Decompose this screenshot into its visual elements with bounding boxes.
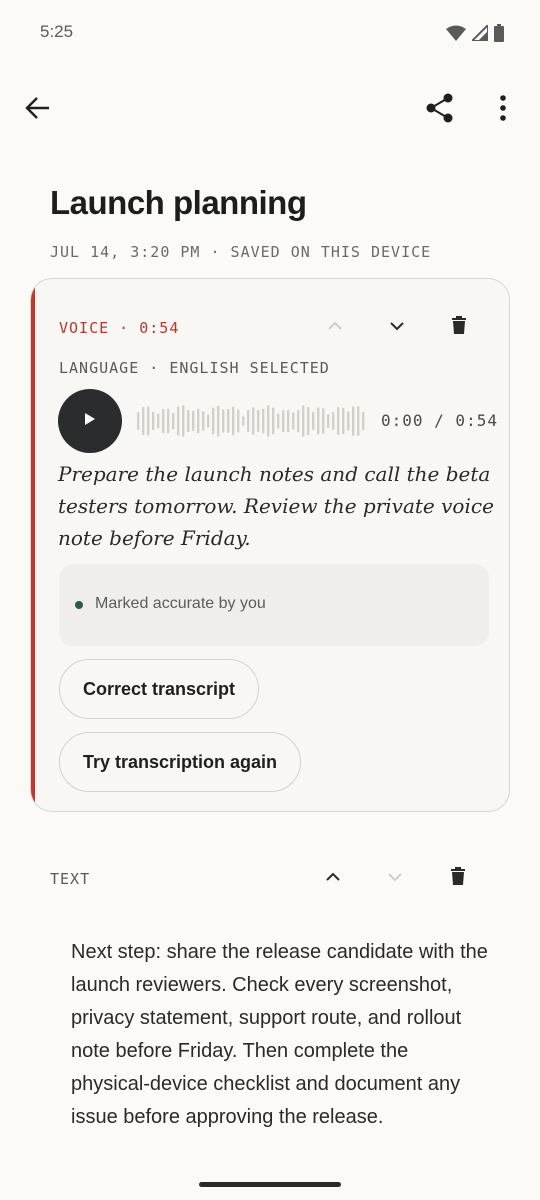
waveform-bar — [262, 408, 265, 434]
share-button[interactable] — [418, 88, 462, 132]
text-block-body[interactable]: Next step: share the release candidate w… — [71, 936, 491, 1134]
language-label: LANGUAGE · ENGLISH SELECTED — [59, 359, 330, 377]
share-icon — [426, 93, 454, 128]
voice-transcript: Prepare the launch notes and call the be… — [58, 462, 494, 550]
note-meta: JUL 14, 3:20 PM · SAVED ON THIS DEVICE — [50, 243, 432, 261]
audio-waveform[interactable] — [137, 401, 365, 441]
waveform-bar — [197, 408, 200, 434]
waveform-bar — [137, 412, 140, 430]
waveform-bar — [247, 409, 250, 433]
waveform-bar — [172, 412, 175, 430]
accuracy-status-box: Marked accurate by you — [59, 564, 489, 646]
chevron-up-icon — [328, 318, 342, 336]
play-button[interactable] — [58, 389, 122, 453]
status-dot — [75, 601, 83, 609]
text-delete-button[interactable] — [440, 860, 476, 896]
wifi-icon — [446, 25, 466, 46]
chevron-down-icon — [390, 318, 404, 336]
waveform-bar — [182, 405, 185, 437]
playback-time: 0:00 / 0:54 — [381, 411, 498, 430]
waveform-bar — [167, 408, 170, 434]
waveform-bar — [192, 410, 195, 432]
trash-icon — [452, 315, 466, 339]
waveform-bar — [347, 411, 350, 431]
text-move-up-button[interactable] — [315, 860, 351, 896]
more-options-button[interactable] — [481, 88, 525, 132]
waveform-bar — [297, 409, 300, 433]
waveform-bar — [237, 409, 240, 433]
waveform-bar — [162, 408, 165, 434]
waveform-bar — [152, 411, 155, 431]
back-arrow-icon — [25, 95, 51, 126]
more-vert-icon — [499, 94, 507, 126]
voice-block-card: VOICE · 0:54 LANGUAGE · ENGLISH SELECTED… — [30, 278, 510, 812]
waveform-bar — [202, 411, 205, 431]
waveform-bar — [227, 409, 230, 433]
voice-accent-bar — [31, 279, 35, 811]
battery-icon — [494, 24, 504, 47]
home-indicator[interactable] — [199, 1182, 341, 1187]
trash-icon — [451, 866, 465, 890]
waveform-bar — [222, 409, 225, 433]
waveform-bar — [317, 407, 320, 435]
note-title: Launch planning — [50, 184, 307, 221]
waveform-bar — [327, 414, 330, 428]
waveform-bar — [287, 409, 290, 433]
waveform-bar — [142, 406, 145, 436]
waveform-bar — [147, 406, 150, 436]
back-button[interactable] — [16, 88, 60, 132]
waveform-bar — [242, 416, 245, 426]
status-time: 5:25 — [40, 22, 74, 41]
app-bar — [0, 80, 540, 140]
text-block-label: TEXT — [50, 870, 91, 888]
waveform-bar — [357, 406, 360, 436]
chevron-up-icon — [326, 869, 340, 887]
voice-move-down-button[interactable] — [379, 309, 415, 345]
waveform-bar — [267, 405, 270, 437]
retry-transcription-button[interactable]: Try transcription again — [59, 732, 301, 792]
waveform-bar — [252, 407, 255, 435]
waveform-bar — [282, 409, 285, 433]
waveform-bar — [157, 413, 160, 429]
waveform-bar — [302, 405, 305, 437]
waveform-bar — [217, 405, 220, 437]
waveform-bar — [352, 406, 355, 436]
waveform-bar — [232, 406, 235, 436]
waveform-bar — [312, 411, 315, 431]
play-icon — [84, 412, 96, 431]
voice-block-label: VOICE · 0:54 — [59, 319, 180, 337]
voice-delete-button[interactable] — [441, 309, 477, 345]
text-move-down-button[interactable] — [377, 860, 413, 896]
accuracy-status-text: Marked accurate by you — [95, 595, 266, 612]
waveform-bar — [332, 411, 335, 431]
waveform-bar — [207, 414, 210, 428]
status-bar: 5:25 — [0, 0, 540, 68]
chevron-down-icon — [388, 869, 402, 887]
correct-transcript-button[interactable]: Correct transcript — [59, 659, 259, 719]
waveform-bar — [322, 408, 325, 434]
waveform-bar — [307, 406, 310, 436]
waveform-bar — [272, 407, 275, 435]
voice-move-up-button[interactable] — [317, 309, 353, 345]
waveform-bar — [257, 410, 260, 432]
waveform-bar — [337, 406, 340, 436]
waveform-bar — [342, 407, 345, 435]
waveform-bar — [277, 413, 280, 429]
waveform-bar — [177, 406, 180, 436]
waveform-bar — [187, 409, 190, 433]
waveform-bar — [292, 412, 295, 430]
cell-signal-icon — [469, 22, 489, 46]
waveform-bar — [212, 407, 215, 435]
waveform-bar — [362, 411, 365, 431]
